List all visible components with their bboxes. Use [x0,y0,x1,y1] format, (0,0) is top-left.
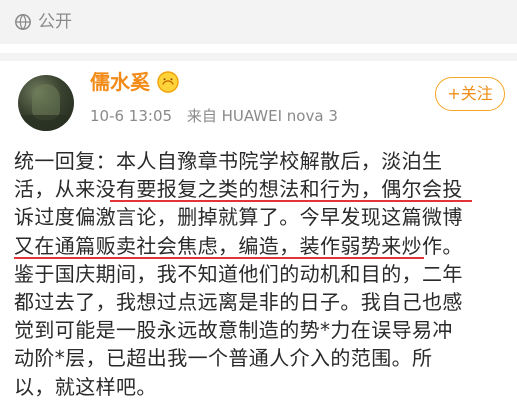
weibo-post-screenshot: 公开 儒水奚 10-6 13:05 来自 HUAWEI nova 3 +关注 统… [0,0,517,415]
content-line-7: 觉到可能是一股永远故意制造的势*力在误导易冲 [14,318,453,343]
username-link[interactable]: 儒水奚 [90,69,150,95]
post-source: 来自 HUAWEI nova 3 [186,107,338,125]
visibility-indicator: 公开 [14,12,72,32]
badge-icon [156,70,180,94]
post-meta: 10-6 13:05 来自 HUAWEI nova 3 [90,107,348,125]
follow-button[interactable]: +关注 [435,77,505,111]
globe-icon [14,13,32,31]
content-line-3: 诉过度偏激言论，删掉就算了。今早发现这篇微博 [14,205,463,230]
visibility-bar: 公开 [0,0,517,44]
content-line-4: 又在通篇贩卖社会焦虑，编造，装作弱势来炒作。 [14,233,463,258]
visibility-label: 公开 [38,12,72,32]
post-card: 儒水奚 10-6 13:05 来自 HUAWEI nova 3 +关注 统一回复… [0,61,517,415]
content-line-8: 动阶*层，已超出我一个普通人介入的范围。所 [14,346,433,371]
content-line-6: 都过去了，我想过点远离是非的日子。我自己也感 [14,289,463,314]
author-row: 儒水奚 [90,69,180,95]
post-content: 统一回复：本人自豫章书院学校解散后，淡泊生 活，从来没有要报复之类的想法和行为，… [14,147,510,401]
content-line-9: 以，就这样吧。 [14,374,157,399]
content-line-2: 活，从来没有要报复之类的想法和行为，偶尔会投 [14,177,463,202]
avatar[interactable] [18,75,74,131]
section-divider [0,53,517,61]
content-line-5: 鉴于国庆期间，我不知道他们的动机和目的，二年 [14,261,463,286]
content-line-1: 统一回复：本人自豫章书院学校解散后，淡泊生 [14,149,443,173]
post-time: 10-6 13:05 [90,107,173,125]
